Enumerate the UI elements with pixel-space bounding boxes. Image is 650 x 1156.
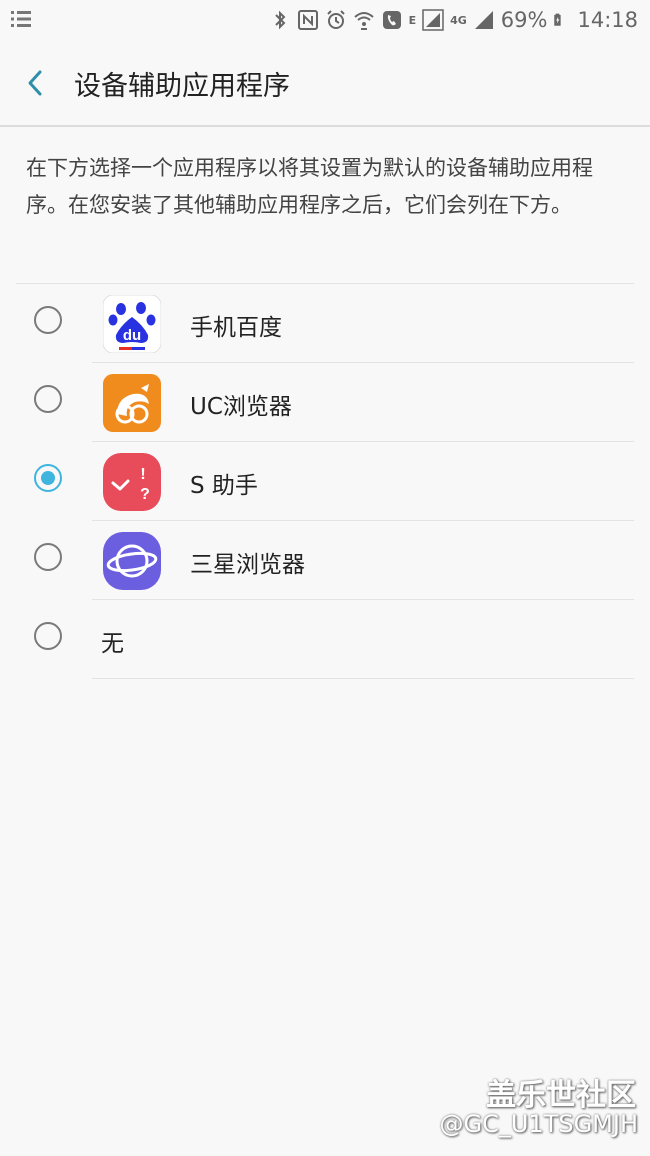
nfc-icon: [297, 10, 318, 30]
radio-button[interactable]: [34, 385, 62, 413]
option-row-s-assistant[interactable]: ! ? S 助手: [0, 442, 650, 521]
battery-percent: 69%: [500, 8, 548, 32]
option-label: 手机百度: [190, 315, 282, 341]
4g-signal-icon: [474, 11, 493, 29]
call-icon: [382, 11, 401, 29]
description-text: 在下方选择一个应用程序以将其设置为默认的设备辅助应用程序。在您安装了其他辅助应用…: [26, 156, 593, 217]
option-label: 无: [101, 631, 124, 657]
option-label: 三星浏览器: [190, 552, 305, 578]
bluetooth-icon: [274, 10, 285, 30]
option-row-baidu[interactable]: du 手机百度: [0, 284, 650, 363]
e-signal-icon: [422, 9, 444, 31]
radio-button[interactable]: [34, 306, 62, 334]
status-bar: E 4G 69% 14:18: [0, 0, 650, 40]
4g-network-label: 4G: [450, 13, 467, 27]
watermark-user: @GC_U1TSGMJH: [439, 1110, 638, 1138]
option-label: UC浏览器: [190, 394, 292, 420]
clock: 14:18: [577, 8, 638, 32]
baidu-icon: du: [103, 295, 161, 353]
svg-text:du: du: [123, 327, 141, 344]
watermark-community: 盖乐世社区: [486, 1078, 636, 1113]
s-assistant-icon: ! ?: [103, 453, 161, 511]
alarm-icon: [326, 10, 345, 29]
battery-charging-icon: [554, 13, 562, 26]
header-divider: [0, 125, 650, 127]
uc-browser-icon: [103, 374, 161, 432]
page-title: 设备辅助应用程序: [74, 71, 290, 102]
samsung-internet-icon: [103, 532, 161, 590]
e-network-label: E: [408, 13, 417, 27]
app-header: 设备辅助应用程序: [0, 40, 650, 126]
svg-text:!: !: [140, 466, 145, 483]
option-row-samsung-internet[interactable]: 三星浏览器: [0, 521, 650, 600]
notification-list-icon: [11, 11, 31, 27]
row-divider: [92, 678, 634, 679]
option-label: S 助手: [190, 473, 258, 499]
svg-text:?: ?: [140, 486, 150, 503]
radio-button[interactable]: [34, 543, 62, 571]
wifi-calling-icon: [353, 12, 374, 30]
back-button[interactable]: [20, 62, 56, 104]
option-row-none[interactable]: 无: [0, 600, 650, 679]
radio-button-selected[interactable]: [34, 464, 62, 492]
radio-button[interactable]: [34, 622, 62, 650]
option-row-uc-browser[interactable]: UC浏览器: [0, 363, 650, 442]
